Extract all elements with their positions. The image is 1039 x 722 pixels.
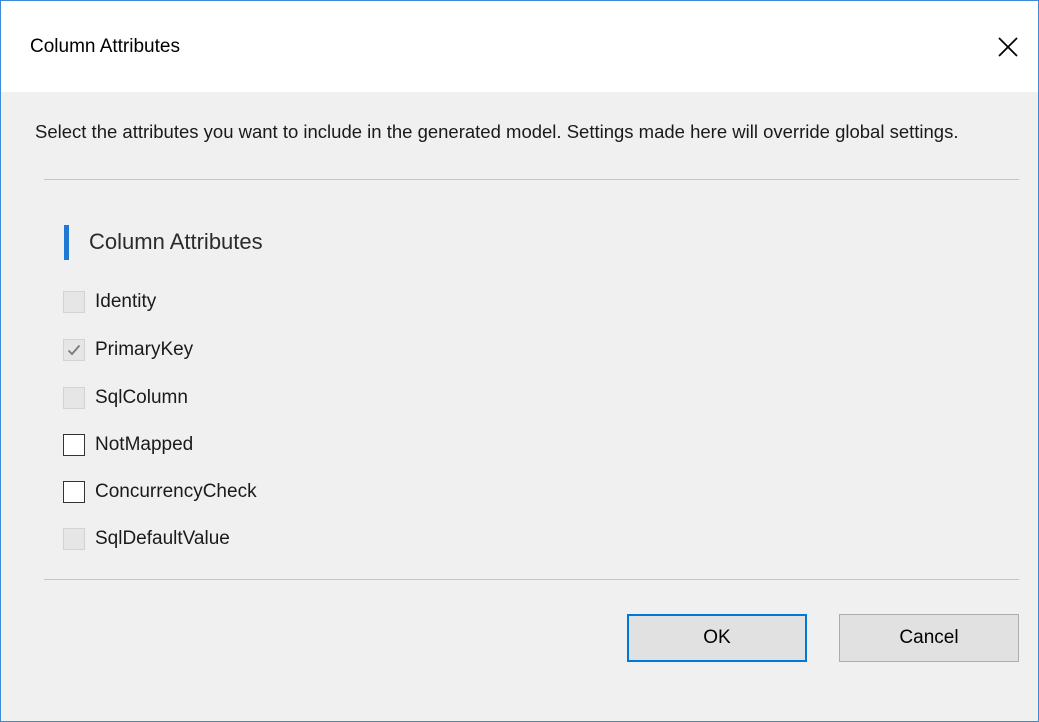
primarykey-checkbox [63, 339, 85, 361]
option-notmapped[interactable]: NotMapped [63, 430, 193, 460]
title-bar: Column Attributes [1, 1, 1038, 92]
option-label: SqlColumn [95, 387, 188, 408]
option-sqlcolumn: SqlColumn [63, 383, 188, 413]
ok-button[interactable]: OK [627, 614, 807, 662]
option-label: PrimaryKey [95, 339, 194, 360]
section-title: Column Attributes [89, 229, 263, 254]
dialog-title: Column Attributes [30, 36, 180, 57]
close-icon [998, 37, 1018, 57]
option-label[interactable]: NotMapped [95, 434, 193, 456]
concurrencycheck-checkbox[interactable] [63, 481, 85, 503]
top-divider [44, 179, 1019, 180]
close-button[interactable] [978, 19, 1038, 75]
option-sqldefaultvalue: SqlDefaultValue [63, 524, 230, 554]
bottom-divider [44, 579, 1019, 580]
identity-checkbox [63, 291, 85, 313]
option-identity: Identity [63, 287, 156, 317]
option-label: SqlDefaultValue [95, 528, 230, 549]
option-label[interactable]: ConcurrencyCheck [95, 481, 257, 503]
checkmark-icon [67, 344, 81, 356]
notmapped-checkbox[interactable] [63, 434, 85, 456]
sqldefaultvalue-checkbox [63, 528, 85, 550]
dialog-description: Select the attributes you want to includ… [35, 121, 959, 142]
option-primarykey: PrimaryKey [63, 335, 193, 365]
dialog-window: Column Attributes Select the attributes … [0, 0, 1039, 722]
option-concurrencycheck[interactable]: ConcurrencyCheck [63, 477, 257, 507]
section-accent-bar [64, 224, 69, 260]
cancel-button[interactable]: Cancel [839, 614, 1019, 662]
option-label: Identity [95, 291, 157, 312]
section-header: Column Attributes [64, 223, 263, 261]
sqlcolumn-checkbox [63, 387, 85, 409]
